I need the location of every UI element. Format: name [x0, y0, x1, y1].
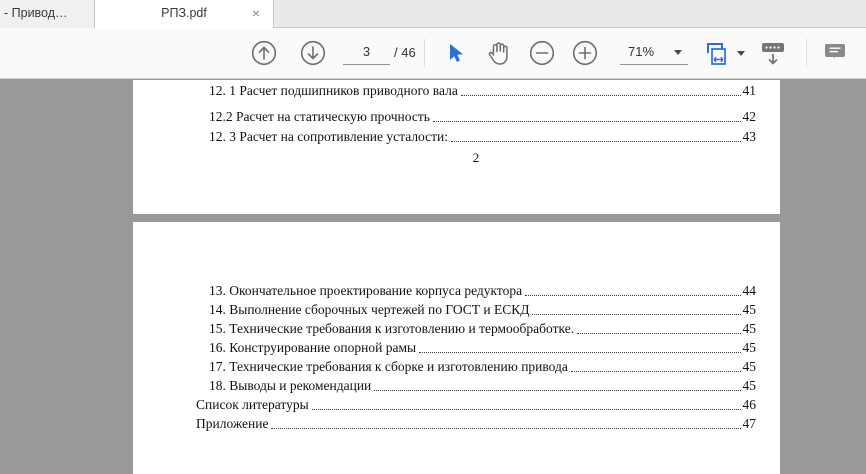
zoom-level-select[interactable]: 71% [620, 41, 688, 65]
toolbar-dock-down-icon [758, 41, 788, 67]
next-page-button[interactable] [300, 40, 326, 66]
dot-leader [433, 121, 741, 122]
toc-entry: 15. Технические требования к изготовлени… [196, 319, 756, 338]
circle-arrow-up-icon [251, 40, 277, 66]
toc-entry: 18. Выводы и рекомендации 45 [196, 376, 756, 395]
dot-leader [571, 371, 741, 372]
select-tool-button[interactable] [444, 42, 464, 64]
toc-entry: 12.2 Расчет на статическую прочность 42 [196, 106, 756, 126]
toc-entry: 17. Технические требования к сборке и из… [196, 357, 756, 376]
toc-entry: 14. Выполнение сборочных чертежей по ГОС… [196, 300, 756, 319]
hand-tool-button[interactable] [484, 40, 512, 67]
speech-bubble-icon [820, 41, 850, 67]
toc-entry: Приложение 47 [196, 414, 756, 433]
fit-options-chevron-icon[interactable] [737, 51, 745, 56]
tab-bar: - Привод… РПЗ.pdf × [0, 0, 866, 28]
previous-page-button[interactable] [251, 40, 277, 66]
toc-entry: 12. 3 Расчет на сопротивление усталости:… [196, 126, 756, 146]
zoom-in-button[interactable] [572, 40, 598, 66]
toc-entry: 13. Окончательное проектирование корпуса… [196, 281, 756, 300]
page-number-input[interactable]: 3 [343, 41, 390, 65]
pointer-arrow-icon [444, 42, 464, 64]
toc-entry: Список литературы 46 [196, 395, 756, 414]
dot-leader [419, 352, 740, 353]
tab-rpz-pdf[interactable]: РПЗ.pdf × [95, 0, 274, 29]
pdf-page-2: 12. 1 Расчет подшипников приводного вала… [133, 80, 780, 214]
comment-button[interactable] [820, 41, 850, 67]
hand-icon [484, 40, 512, 67]
dot-leader [374, 390, 740, 391]
dot-leader [525, 295, 740, 296]
dock-toolbar-button[interactable] [758, 41, 788, 67]
tab-privod-label: - Привод… [4, 6, 68, 20]
fit-width-button[interactable] [702, 39, 732, 69]
toc-entry: 16. Конструирование опорной рамы 45 [196, 338, 756, 357]
toolbar: 3 / 46 71% [0, 28, 866, 79]
dot-leader [461, 95, 741, 96]
dot-leader [532, 314, 740, 315]
fit-page-width-icon [702, 39, 732, 69]
circle-plus-icon [572, 40, 598, 66]
circle-arrow-down-icon [300, 40, 326, 66]
dot-leader [577, 333, 740, 334]
page-count-label: / 46 [394, 41, 416, 65]
document-canvas[interactable]: 12. 1 Расчет подшипников приводного вала… [0, 80, 866, 474]
toc-list-page1: 12. 1 Расчет подшипников приводного вала… [196, 80, 756, 146]
toolbar-divider [806, 39, 807, 67]
dot-leader [271, 428, 740, 429]
toolbar-divider [424, 39, 425, 67]
pdf-viewer-window: - Привод… РПЗ.pdf × 3 / 46 [0, 0, 866, 474]
page-number-footer: 2 [196, 150, 756, 166]
tab-privod[interactable]: - Привод… [0, 0, 95, 28]
circle-minus-icon [529, 40, 555, 66]
close-tab-icon[interactable]: × [247, 0, 265, 27]
toc-entry: 12. 1 Расчет подшипников приводного вала… [196, 80, 756, 100]
pdf-page-3: 13. Окончательное проектирование корпуса… [133, 222, 780, 474]
chevron-down-icon [674, 50, 682, 55]
zoom-out-button[interactable] [529, 40, 555, 66]
zoom-level-value: 71% [628, 41, 654, 63]
dot-leader [451, 141, 740, 142]
toc-list-page2: 13. Окончательное проектирование корпуса… [196, 281, 756, 433]
dot-leader [312, 409, 741, 410]
